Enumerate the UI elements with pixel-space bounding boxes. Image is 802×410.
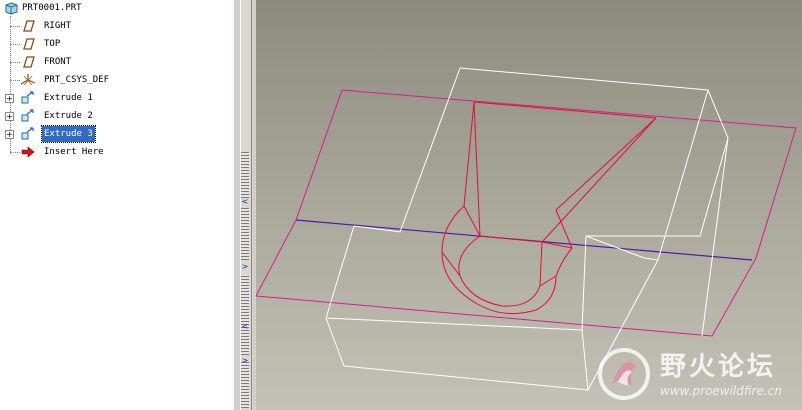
flame-logo-icon [598,348,650,400]
panel-splitter[interactable]: < > < > [234,0,256,410]
model-tree: PRT0001.PRT RIGHT TOP FRONT PRT_CSYS_DEF… [0,0,235,410]
watermark-url: www.proewildfire.cn [660,384,782,398]
part-icon [5,2,18,15]
tree-item-label: TOP [44,39,61,49]
datum-plane-icon [23,56,35,68]
splitter-grip[interactable] [241,208,249,260]
tree-item-label: Extrude 1 [44,93,93,103]
expand-right-arrow[interactable]: > [240,262,250,272]
expand-toggle[interactable]: + [5,112,14,121]
tree-connector [10,62,20,63]
tree-item-label: Extrude 3 [41,125,96,143]
collapse-left-arrow[interactable]: < [240,322,250,332]
splitter-grip[interactable] [241,152,249,198]
tree-item-label: RIGHT [44,21,72,31]
tree-item-extrude-3[interactable]: + Extrude 3 [5,125,220,143]
sketch-curves [441,101,657,315]
tree-item-extrude-2[interactable]: + Extrude 2 [5,108,220,124]
datum-plane-icon [23,38,35,50]
tree-item-label: FRONT [44,57,72,67]
tree-item-front[interactable]: FRONT [10,54,220,70]
tree-connector [10,152,20,153]
tree-connector [10,26,20,27]
tree-root-label: PRT0001.PRT [22,3,82,13]
tree-connector [10,80,20,81]
tree-item-top[interactable]: TOP [10,36,220,52]
extrude-icon [21,127,34,140]
tree-item-right[interactable]: RIGHT [10,18,220,34]
watermark-title: 野火论坛 [660,352,777,382]
expand-toggle[interactable]: + [5,94,14,103]
splitter-grip[interactable] [241,275,249,355]
extrude-icon [21,109,34,122]
tree-connector [10,44,20,45]
tree-item-insert-here[interactable]: Insert Here [10,144,220,160]
insert-arrow-icon [21,146,35,158]
tree-item-label: Insert Here [44,147,104,157]
forum-watermark: 野火论坛 www.proewildfire.cn [590,340,802,410]
splitter-grip[interactable] [241,362,249,408]
tree-item-label: PRT_CSYS_DEF [44,75,110,85]
datum-plane [256,89,797,337]
collapse-left-arrow[interactable]: < [240,197,250,207]
extrude-icon [21,91,34,104]
coordinate-system-icon [20,74,36,86]
tree-item-extrude-1[interactable]: + Extrude 1 [5,90,220,106]
tree-root[interactable]: PRT0001.PRT [3,0,203,16]
expand-toggle[interactable]: + [5,130,14,139]
tree-item-csys[interactable]: PRT_CSYS_DEF [10,72,220,88]
datum-plane-icon [23,20,35,32]
tree-item-label: Extrude 2 [44,111,93,121]
